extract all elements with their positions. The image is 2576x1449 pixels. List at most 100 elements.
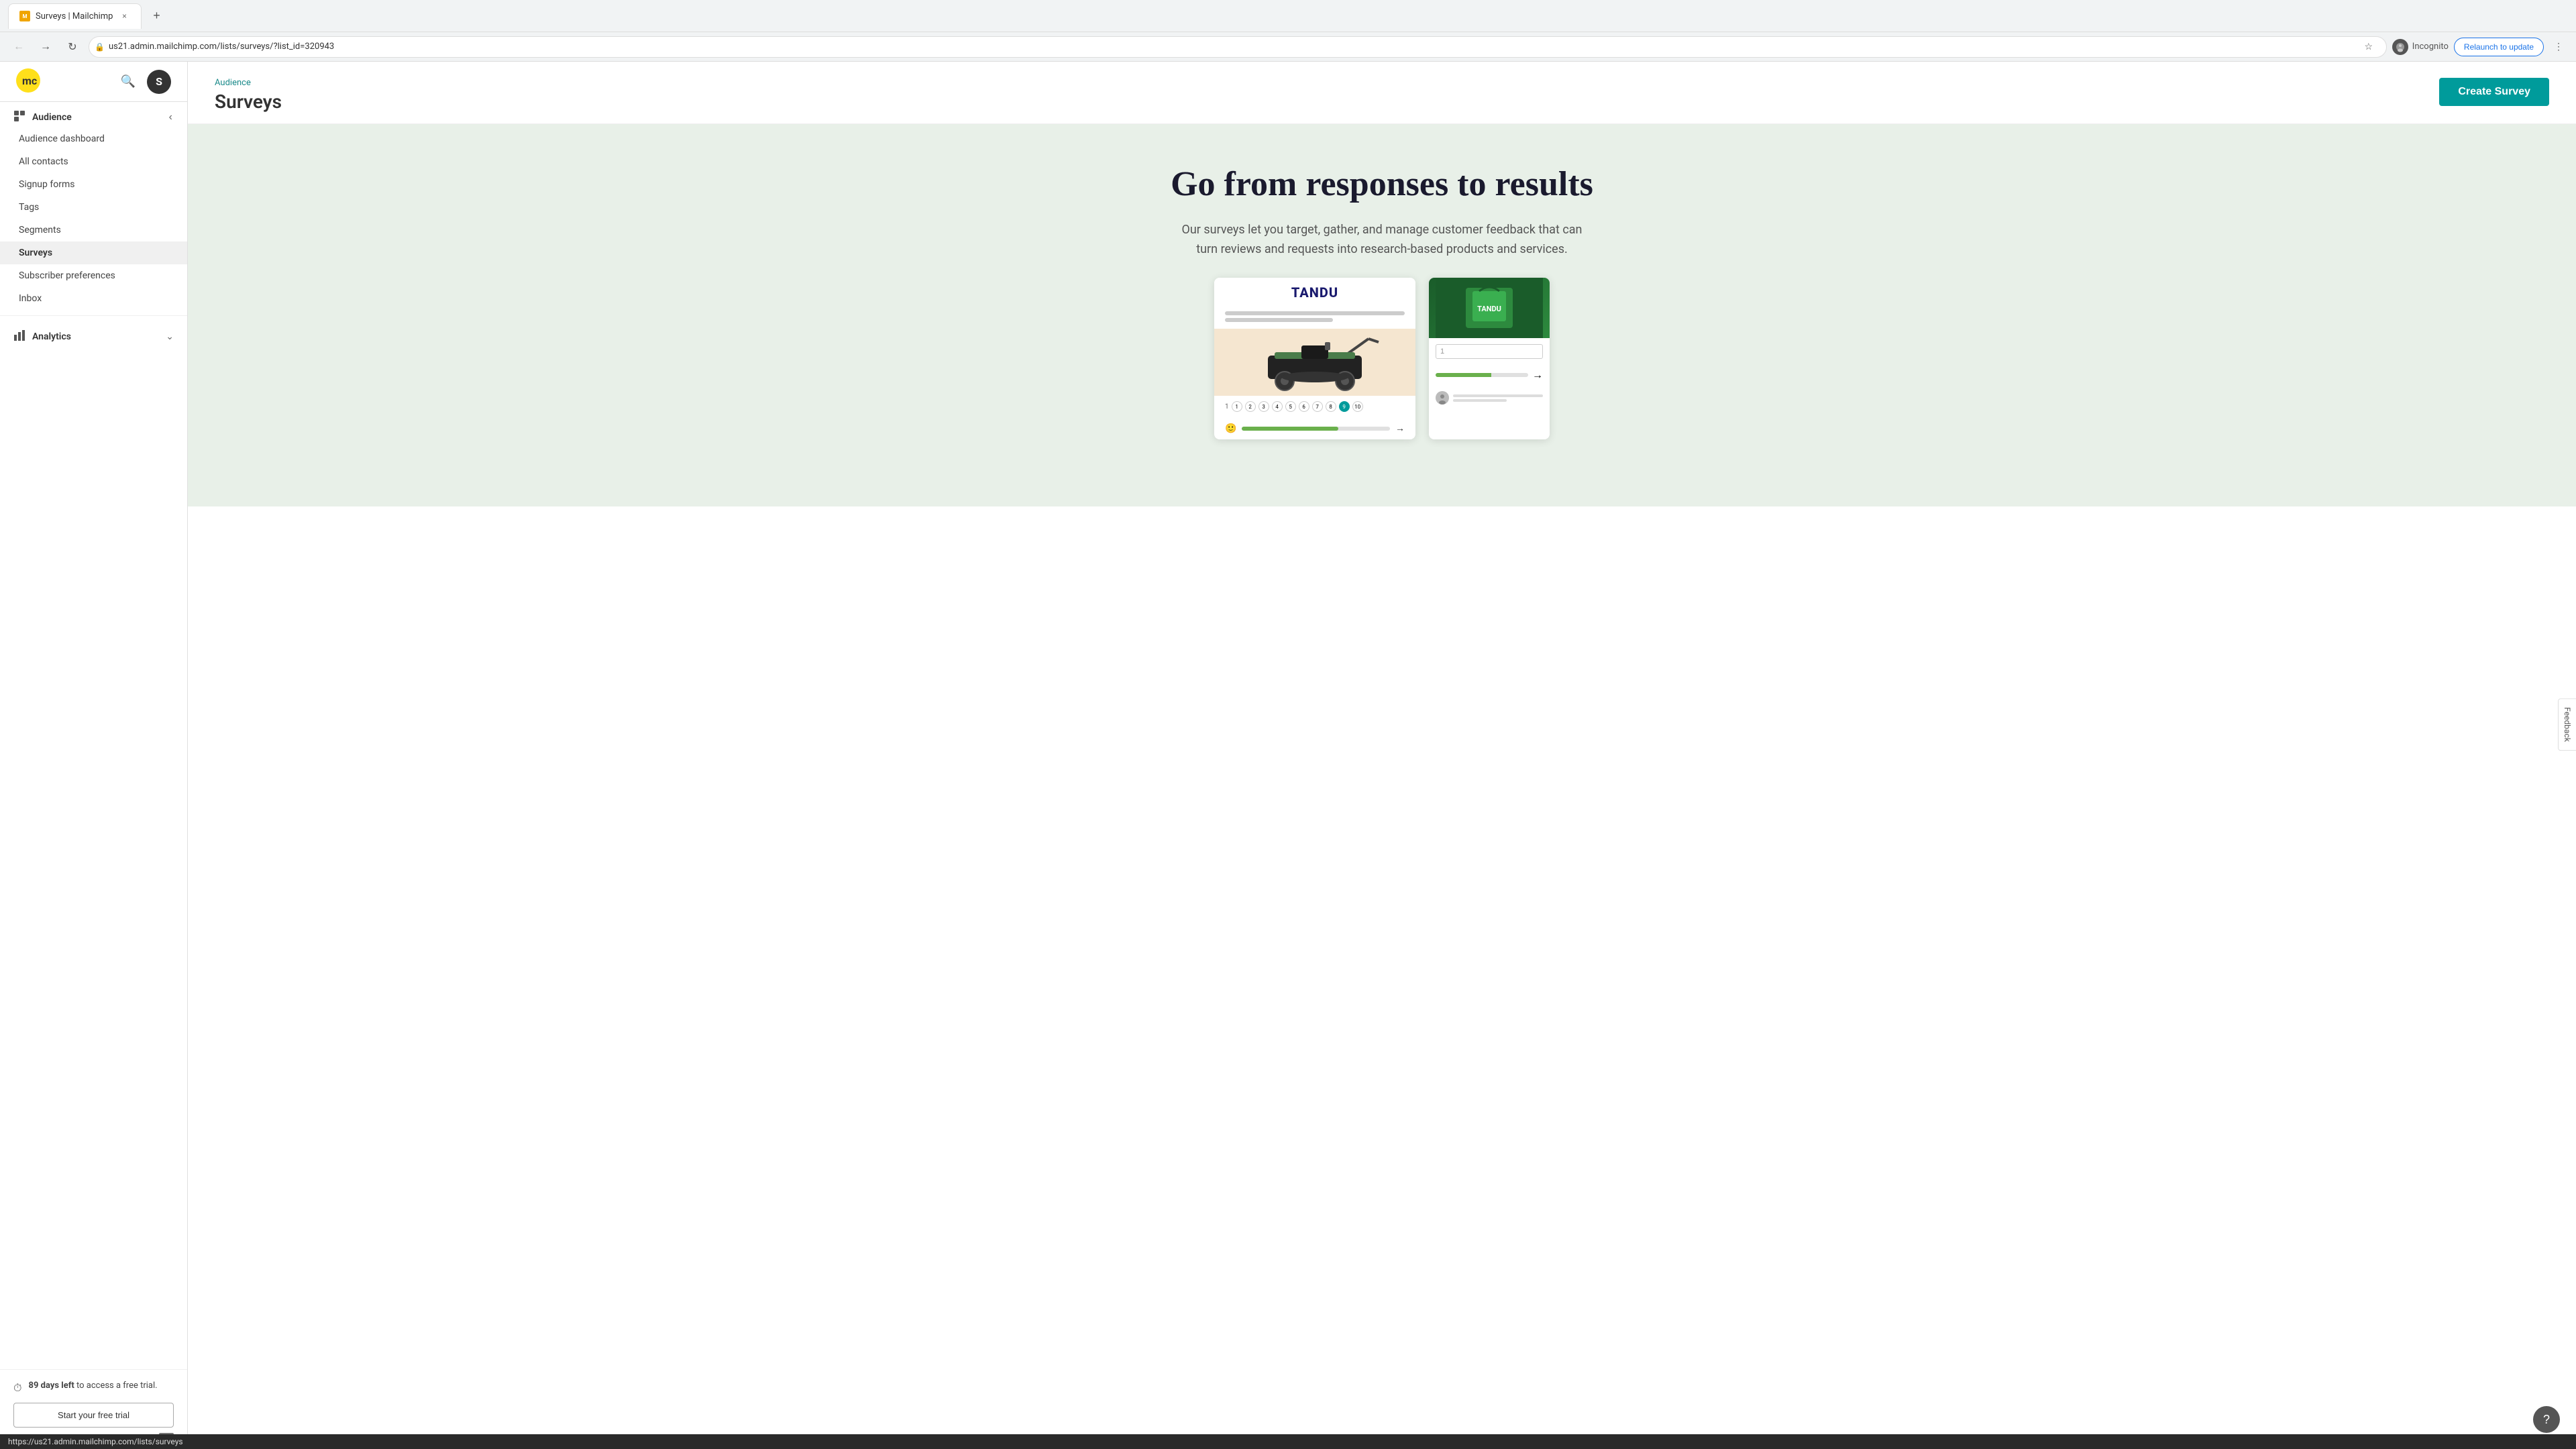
card-lines bbox=[1214, 307, 1415, 329]
browser-tab-bar: M Surveys | Mailchimp × + bbox=[0, 0, 2576, 32]
svg-text:mc: mc bbox=[22, 74, 37, 87]
sidebar-collapse-button[interactable]: ‹ bbox=[168, 110, 174, 125]
address-text: us21.admin.mailchimp.com/lists/surveys/?… bbox=[109, 42, 2355, 52]
sidebar-scroll: Audience ‹ Audience dashboard All contac… bbox=[0, 102, 187, 1369]
small-footer-lines bbox=[1453, 394, 1543, 402]
incognito-icon bbox=[2392, 39, 2408, 55]
address-bar-row: ← → ↻ 🔒 us21.admin.mailchimp.com/lists/s… bbox=[0, 32, 2576, 62]
rating-9[interactable]: 9 bbox=[1339, 401, 1350, 412]
user-avatar[interactable]: S bbox=[147, 70, 171, 94]
small-next-arrow[interactable]: → bbox=[1532, 368, 1543, 382]
breadcrumb[interactable]: Audience bbox=[215, 78, 282, 88]
rating-6[interactable]: 6 bbox=[1299, 401, 1309, 412]
reload-button[interactable]: ↻ bbox=[62, 36, 83, 58]
sidebar-item-subscriber-preferences[interactable]: Subscriber preferences bbox=[0, 264, 187, 287]
sidebar-divider bbox=[0, 315, 187, 316]
rating-4[interactable]: 4 bbox=[1272, 401, 1283, 412]
card-rating: 1 1 2 3 4 5 6 7 8 9 10 bbox=[1214, 396, 1415, 417]
address-bar[interactable]: 🔒 us21.admin.mailchimp.com/lists/surveys… bbox=[89, 36, 2387, 58]
tab-title: Surveys | Mailchimp bbox=[36, 11, 113, 21]
address-bar-actions: ☆ bbox=[2359, 38, 2378, 56]
svg-text:TANDU: TANDU bbox=[1477, 305, 1501, 313]
back-button[interactable]: ← bbox=[8, 36, 30, 58]
card-brand: TANDU bbox=[1214, 278, 1415, 307]
small-progress-fill bbox=[1436, 373, 1528, 377]
page-header-left: Audience Surveys bbox=[215, 78, 282, 113]
analytics-label: Analytics bbox=[32, 331, 71, 342]
page-header: Audience Surveys Create Survey bbox=[188, 62, 2576, 124]
rating-5[interactable]: 5 bbox=[1285, 401, 1296, 412]
sidebar-item-analytics[interactable]: Analytics ⌄ bbox=[0, 321, 187, 352]
app-topbar-left: mc bbox=[16, 68, 40, 95]
analytics-icon bbox=[13, 329, 25, 344]
hero-subtitle: Our surveys let you target, gather, and … bbox=[1181, 221, 1583, 260]
new-tab-button[interactable]: + bbox=[147, 7, 166, 25]
progress-fill bbox=[1242, 427, 1338, 431]
sidebar-section-header: Audience ‹ bbox=[0, 102, 187, 127]
rating-10[interactable]: 10 bbox=[1352, 401, 1363, 412]
sidebar-item-audience-dashboard[interactable]: Audience dashboard bbox=[0, 127, 187, 150]
card-line-1 bbox=[1225, 311, 1405, 315]
card-brand-text: TANDU bbox=[1225, 284, 1405, 301]
relaunch-button[interactable]: Relaunch to update bbox=[2454, 38, 2544, 56]
tab-favicon: M bbox=[19, 11, 30, 21]
preview-cards: TANDU bbox=[215, 278, 2549, 480]
page-title: Surveys bbox=[215, 91, 282, 113]
sidebar-item-segments[interactable]: Segments bbox=[0, 219, 187, 241]
sidebar: mc 🔍 S Audience ‹ Audienc bbox=[0, 62, 188, 1449]
trial-info: ⏱ 89 days left to access a free trial. bbox=[13, 1381, 174, 1395]
start-trial-button[interactable]: Start your free trial bbox=[13, 1403, 174, 1428]
progress-bar bbox=[1242, 427, 1390, 431]
help-button[interactable]: ? bbox=[2533, 1406, 2560, 1433]
sidebar-item-inbox[interactable]: Inbox bbox=[0, 287, 187, 310]
small-avatar bbox=[1436, 391, 1449, 405]
next-arrow[interactable]: → bbox=[1395, 423, 1405, 434]
sidebar-item-surveys[interactable]: Surveys bbox=[0, 241, 187, 264]
audience-icon bbox=[13, 110, 25, 125]
rating-7[interactable]: 7 bbox=[1312, 401, 1323, 412]
smiley-icon: 🙂 bbox=[1225, 423, 1236, 434]
app-topbar: mc 🔍 S bbox=[0, 62, 187, 102]
forward-button[interactable]: → bbox=[35, 36, 56, 58]
small-card-image: TANDU bbox=[1429, 278, 1550, 338]
incognito-label: Incognito bbox=[2412, 42, 2449, 52]
card-image-area bbox=[1214, 329, 1415, 396]
browser-menu-button[interactable]: ⋮ bbox=[2549, 38, 2568, 56]
small-footer-line-1 bbox=[1453, 394, 1543, 397]
sidebar-item-signup-forms[interactable]: Signup forms bbox=[0, 173, 187, 196]
preview-card-small: TANDU → bbox=[1429, 278, 1550, 439]
sidebar-item-all-contacts[interactable]: All contacts bbox=[0, 150, 187, 173]
status-url: https://us21.admin.mailchimp.com/lists/s… bbox=[8, 1437, 183, 1446]
small-card-img: TANDU bbox=[1429, 278, 1550, 338]
lock-icon: 🔒 bbox=[95, 42, 105, 52]
preview-card-large: TANDU bbox=[1214, 278, 1415, 439]
sidebar-section-title: Audience bbox=[13, 110, 72, 125]
active-tab[interactable]: M Surveys | Mailchimp × bbox=[8, 3, 142, 29]
hero-section: Go from responses to results Our surveys… bbox=[188, 124, 2576, 506]
trial-text: 89 days left to access a free trial. bbox=[28, 1381, 157, 1391]
tab-close-button[interactable]: × bbox=[118, 10, 130, 22]
bookmark-button[interactable]: ☆ bbox=[2359, 38, 2378, 56]
rating-1[interactable]: 1 bbox=[1232, 401, 1242, 412]
app-layout: mc 🔍 S Audience ‹ Audienc bbox=[0, 62, 2576, 1449]
card-footer: 🙂 → bbox=[1214, 417, 1415, 439]
small-card-input bbox=[1429, 338, 1550, 364]
analytics-chevron-icon: ⌄ bbox=[166, 331, 174, 342]
clock-icon: ⏱ bbox=[13, 1381, 21, 1395]
rating-start: 1 bbox=[1225, 403, 1229, 411]
search-button[interactable]: 🔍 bbox=[117, 71, 139, 93]
rating-2[interactable]: 2 bbox=[1245, 401, 1256, 412]
small-card-progress: → bbox=[1429, 364, 1550, 386]
small-card-footer bbox=[1429, 386, 1550, 410]
mailchimp-logo[interactable]: mc bbox=[16, 68, 40, 95]
small-footer-line-2 bbox=[1453, 399, 1507, 402]
rating-8[interactable]: 8 bbox=[1326, 401, 1336, 412]
card-line-2 bbox=[1225, 318, 1333, 322]
rating-3[interactable]: 3 bbox=[1258, 401, 1269, 412]
small-card-input-field[interactable] bbox=[1436, 344, 1543, 359]
status-bar: https://us21.admin.mailchimp.com/lists/s… bbox=[0, 1434, 2576, 1449]
sidebar-item-tags[interactable]: Tags bbox=[0, 196, 187, 219]
create-survey-button[interactable]: Create Survey bbox=[2439, 78, 2549, 106]
feedback-tab[interactable]: Feedback bbox=[2558, 698, 2576, 751]
small-card-img-bg: TANDU bbox=[1429, 278, 1550, 338]
